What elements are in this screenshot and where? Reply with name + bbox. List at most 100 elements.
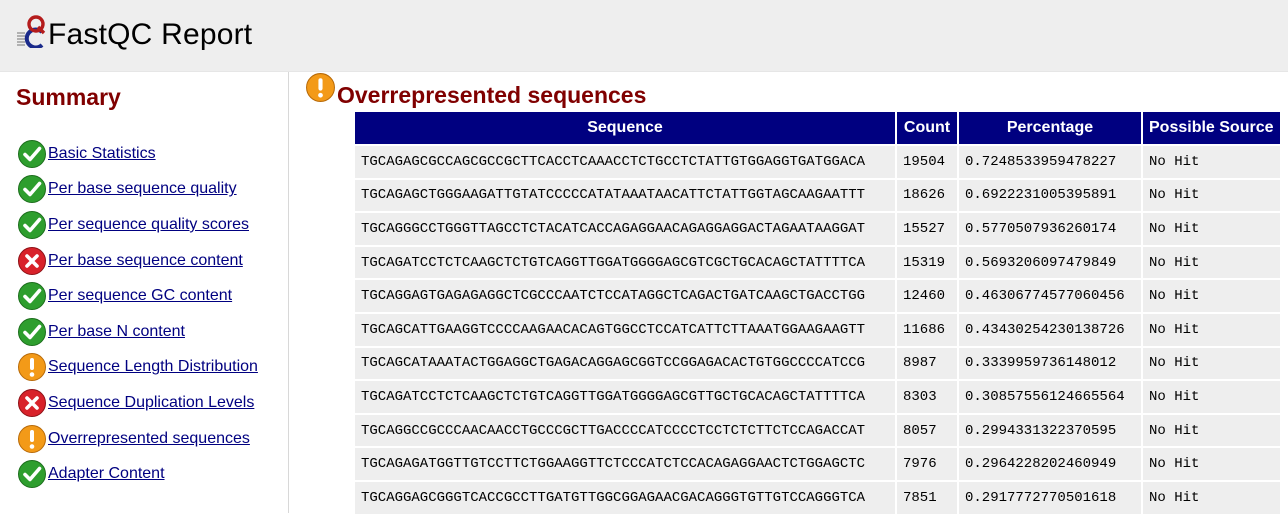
table-row: TGCAGATCCTCTCAAGCTCTGTCAGGTTGGATGGGGAGCG… [355,381,1280,413]
count-cell: 18626 [897,179,957,212]
summary-item: Per base N content [17,314,258,350]
table-row: TGCAGGGCCTGGGTTAGCCTCTACATCACCAGAGGAACAG… [355,213,1280,245]
source-cell: No Hit [1143,280,1280,312]
sequence-cell: TGCAGATCCTCTCAAGCTCTGTCAGGTTGGATGGGGAGCG… [355,246,895,279]
table-header-row: Sequence Count Percentage Possible Sourc… [355,112,1280,144]
count-cell: 11686 [897,313,957,346]
page-title: FastQC Report [48,18,253,51]
report-header: FastQC Report [0,0,1288,72]
cross-icon [17,246,47,276]
summary-item: Per base sequence content [17,243,258,279]
check-icon [17,210,47,240]
table-row: TGCAGAGCTGGGAAGATTGTATCCCCCATATAAATAACAT… [355,179,1280,212]
source-cell: No Hit [1143,246,1280,279]
source-cell: No Hit [1143,381,1280,413]
source-cell: No Hit [1143,448,1280,480]
count-cell: 7851 [897,481,957,514]
table-row: TGCAGAGATGGTTGTCCTTCTGGAAGGTTCTCCCATCTCC… [355,448,1280,480]
count-cell: 7976 [897,448,957,480]
table-row: TGCAGCATTGAAGGTCCCCAAGAACACAGTGGCCTCCATC… [355,313,1280,346]
percentage-cell: 0.46306774577060456 [959,280,1141,312]
percentage-cell: 0.2964228202460949 [959,448,1141,480]
summary-link[interactable]: Per sequence GC content [48,287,232,305]
sequence-cell: TGCAGGAGCGGGTCACCGCCTTGATGTTGGCGGAGAACGA… [355,481,895,514]
percentage-cell: 0.3339959736148012 [959,347,1141,380]
percentage-cell: 0.7248533959478227 [959,146,1141,178]
table-row: TGCAGATCCTCTCAAGCTCTGTCAGGTTGGATGGGGAGCG… [355,246,1280,279]
sequence-cell: TGCAGAGCTGGGAAGATTGTATCCCCCATATAAATAACAT… [355,179,895,212]
table-body: TGCAGAGCGCCAGCGCCGCTTCACCTCAAACCTCTGCCTC… [355,146,1280,514]
source-cell: No Hit [1143,213,1280,245]
summary-link[interactable]: Per sequence quality scores [48,216,249,234]
count-cell: 15319 [897,246,957,279]
source-cell: No Hit [1143,347,1280,380]
summary-link[interactable]: Basic Statistics [48,145,156,163]
cross-icon [17,388,47,418]
fastqc-logo-icon [17,15,46,48]
count-cell: 12460 [897,280,957,312]
source-cell: No Hit [1143,414,1280,447]
sequence-cell: TGCAGGCCGCCCAACAACCTGCCCGCTTGACCCCATCCCC… [355,414,895,447]
summary-item: Sequence Length Distribution [17,350,258,386]
count-cell: 15527 [897,213,957,245]
summary-item: Per sequence quality scores [17,207,258,243]
count-cell: 19504 [897,146,957,178]
summary-item: Overrepresented sequences [17,421,258,457]
sequence-cell: TGCAGGGCCTGGGTTAGCCTCTACATCACCAGAGGAACAG… [355,213,895,245]
sequence-cell: TGCAGAGCGCCAGCGCCGCTTCACCTCAAACCTCTGCCTC… [355,146,895,178]
check-icon [17,139,47,169]
warning-icon [17,424,47,454]
section-title: Overrepresented sequences [337,82,647,108]
count-cell: 8303 [897,381,957,413]
check-icon [17,174,47,204]
check-icon [17,459,47,489]
summary-link[interactable]: Per base sequence quality [48,180,237,198]
summary-heading: Summary [16,84,121,110]
percentage-cell: 0.5693206097479849 [959,246,1141,279]
summary-link[interactable]: Sequence Length Distribution [48,358,258,376]
module-list: Basic Statistics Per base sequence qualit… [17,136,258,492]
table-row: TGCAGGAGCGGGTCACCGCCTTGATGTTGGCGGAGAACGA… [355,481,1280,514]
check-icon [17,317,47,347]
sequence-cell: TGCAGCATAAATACTGGAGGCTGAGACAGGAGCGGTCCGG… [355,347,895,380]
summary-item: Per base sequence quality [17,172,258,208]
summary-item: Sequence Duplication Levels [17,385,258,421]
warning-icon [17,352,47,382]
summary-sidebar: Summary Basic Statistics Per base sequenc… [0,72,289,513]
count-cell: 8057 [897,414,957,447]
table-row: TGCAGGAGTGAGAGAGGCTCGCCCAATCTCCATAGGCTCA… [355,280,1280,312]
main-content: Overrepresented sequences Sequence Count… [289,72,1288,516]
summary-item: Per sequence GC content [17,278,258,314]
summary-link[interactable]: Sequence Duplication Levels [48,394,254,412]
overrepresented-table: Sequence Count Percentage Possible Sourc… [353,110,1282,516]
column-header-count: Count [897,112,957,144]
table-row: TGCAGAGCGCCAGCGCCGCTTCACCTCAAACCTCTGCCTC… [355,146,1280,178]
summary-link[interactable]: Per base N content [48,323,185,341]
percentage-cell: 0.43430254230138726 [959,313,1141,346]
summary-link[interactable]: Overrepresented sequences [48,430,250,448]
source-cell: No Hit [1143,146,1280,178]
percentage-cell: 0.2994331322370595 [959,414,1141,447]
sequence-cell: TGCAGAGATGGTTGTCCTTCTGGAAGGTTCTCCCATCTCC… [355,448,895,480]
warning-icon [305,72,336,103]
column-header-sequence: Sequence [355,112,895,144]
percentage-cell: 0.6922231005395891 [959,179,1141,212]
summary-link[interactable]: Per base sequence content [48,252,243,270]
table-row: TGCAGCATAAATACTGGAGGCTGAGACAGGAGCGGTCCGG… [355,347,1280,380]
sequence-cell: TGCAGGAGTGAGAGAGGCTCGCCCAATCTCCATAGGCTCA… [355,280,895,312]
sequence-cell: TGCAGCATTGAAGGTCCCCAAGAACACAGTGGCCTCCATC… [355,313,895,346]
table-row: TGCAGGCCGCCCAACAACCTGCCCGCTTGACCCCATCCCC… [355,414,1280,447]
summary-item: Adapter Content [17,456,258,492]
summary-item: Basic Statistics [17,136,258,172]
check-icon [17,281,47,311]
percentage-cell: 0.2917772770501618 [959,481,1141,514]
summary-link[interactable]: Adapter Content [48,465,165,483]
percentage-cell: 0.5770507936260174 [959,213,1141,245]
sequence-cell: TGCAGATCCTCTCAAGCTCTGTCAGGTTGGATGGGGAGCG… [355,381,895,413]
column-header-percentage: Percentage [959,112,1141,144]
column-header-possible-source: Possible Source [1143,112,1280,144]
percentage-cell: 0.30857556124665564 [959,381,1141,413]
source-cell: No Hit [1143,481,1280,514]
source-cell: No Hit [1143,179,1280,212]
count-cell: 8987 [897,347,957,380]
